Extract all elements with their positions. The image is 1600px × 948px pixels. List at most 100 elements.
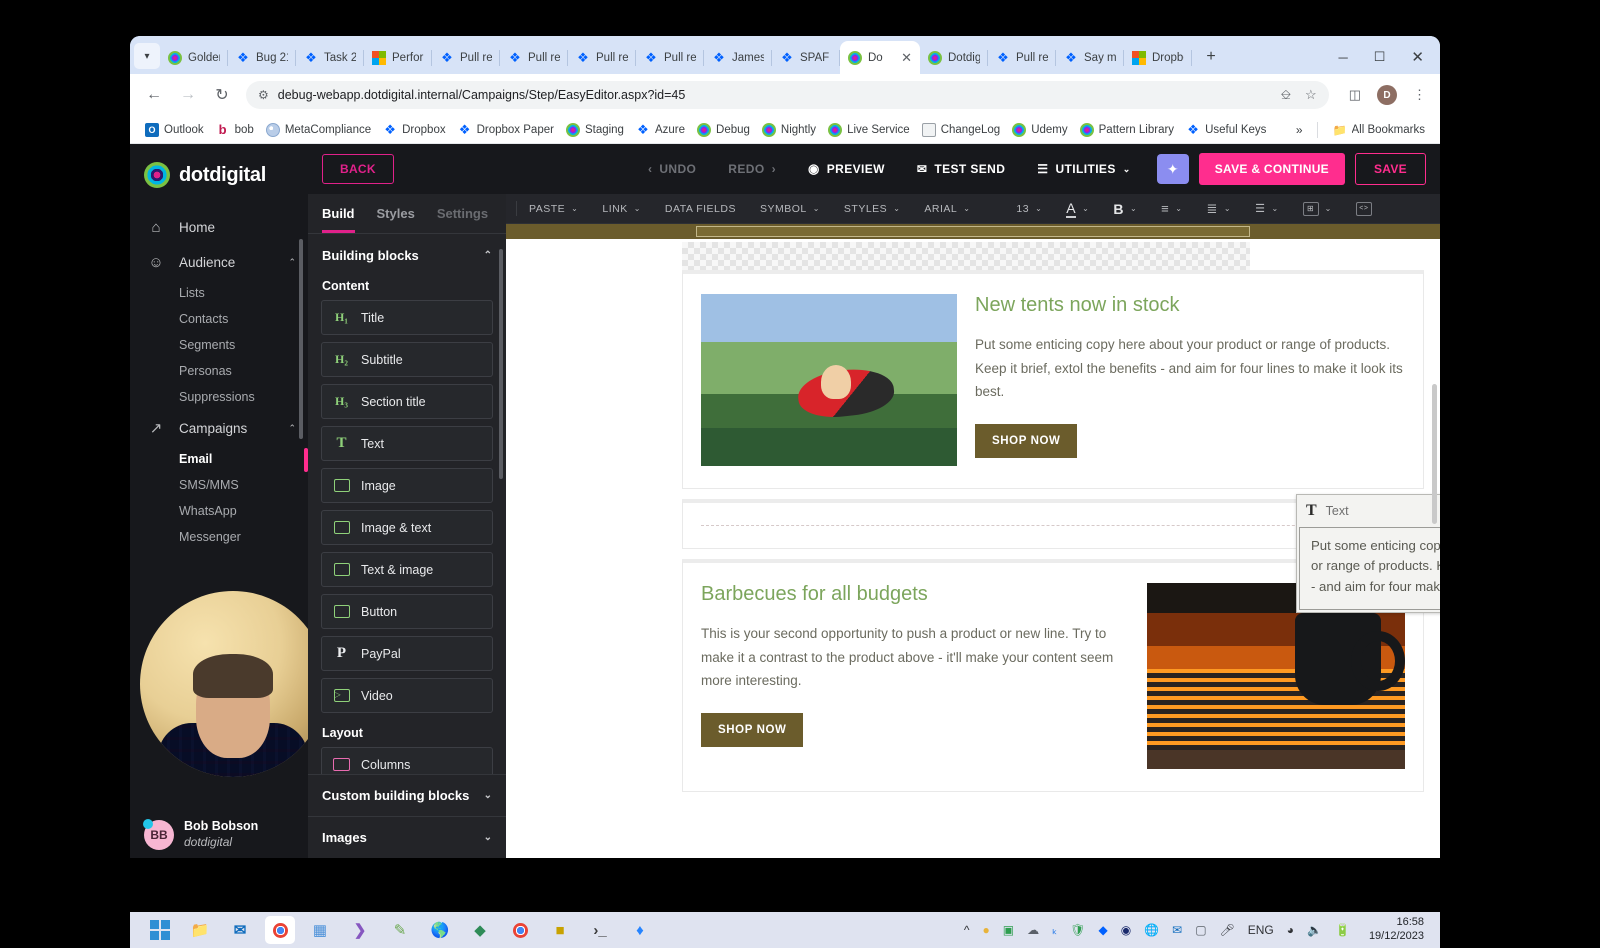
tab-search-button[interactable]: ▾ (134, 43, 160, 69)
bookmark-item[interactable]: ❖Azure (631, 121, 690, 139)
bookmark-item[interactable]: Debug (692, 121, 755, 139)
building-block-paypal[interactable]: PPayPal (321, 636, 493, 671)
side-panel-icon[interactable]: ◫ (1349, 87, 1361, 103)
all-bookmarks-button[interactable]: 📁 All Bookmarks (1328, 121, 1431, 139)
chrome-icon[interactable] (265, 916, 295, 944)
undo-button[interactable]: ‹ UNDO (632, 162, 712, 176)
building-block-image[interactable]: Image (321, 468, 493, 503)
browser-tab[interactable]: Dropbo (1124, 41, 1192, 74)
language-indicator[interactable]: ENG (1248, 923, 1274, 937)
bookmark-item[interactable]: ❖Dropbox Paper (453, 121, 559, 139)
teamviewer-icon[interactable]: ◉ (1121, 923, 1131, 937)
remote-tray-icon[interactable]: ▣ (1003, 923, 1014, 937)
email-block-tents[interactable]: New tents now in stock Put some enticing… (682, 270, 1424, 489)
browser-tab[interactable]: Do✕ (840, 41, 920, 74)
building-block-section-title[interactable]: H₃Section title (321, 384, 493, 419)
browser-tab[interactable]: ❖Pull req (636, 41, 704, 74)
dropbox-tray-icon[interactable]: ◆ (1098, 923, 1107, 937)
slack-icon[interactable]: ▦ (305, 916, 335, 944)
format-arial[interactable]: ARIAL⌄ (912, 203, 1004, 215)
bookmark-item[interactable]: ❖Dropbox (378, 121, 450, 139)
build-panel-scrollbar[interactable] (499, 249, 503, 479)
source-code-icon[interactable]: <> (1344, 202, 1384, 216)
bookmark-item[interactable]: Live Service (823, 121, 915, 139)
format-link[interactable]: LINK⌄ (590, 203, 653, 215)
start-windows-icon[interactable] (145, 916, 175, 944)
sidebar-item-campaigns[interactable]: ↗Campaigns⌃ (130, 410, 308, 446)
building-block-text-image[interactable]: Text & image (321, 552, 493, 587)
bluetooth-icon[interactable]: ₖ (1052, 923, 1057, 937)
profile-avatar[interactable]: D (1377, 85, 1397, 105)
bookmark-item[interactable]: ChangeLog (917, 121, 1005, 139)
sidebar-subitem-lists[interactable]: Lists (130, 280, 308, 306)
bold-icon[interactable]: B⌄ (1101, 201, 1149, 217)
wifi-icon[interactable]: ◕ (1287, 923, 1294, 937)
building-block-columns[interactable]: Columns (321, 747, 493, 774)
terminal-icon[interactable]: ›_ (585, 916, 615, 944)
browser-tab[interactable]: ❖Pull req (432, 41, 500, 74)
speaker-icon[interactable]: 🔈 (1307, 923, 1322, 937)
forward-navigation-icon[interactable]: → (178, 86, 198, 104)
sidebar-subitem-suppressions[interactable]: Suppressions (130, 384, 308, 410)
format-13[interactable]: 13⌄ (1004, 203, 1054, 215)
tab-build[interactable]: Build (322, 206, 355, 233)
reload-icon[interactable]: ↻ (212, 85, 232, 105)
building-block-button[interactable]: Button (321, 594, 493, 629)
tab-styles[interactable]: Styles (377, 206, 415, 233)
sketch-icon[interactable]: ◆ (465, 916, 495, 944)
building-block-video[interactable]: ▷Video (321, 678, 493, 713)
text-block-popup[interactable]: T Text ✦ ❐ ✕ Put some enticing copy here… (1296, 494, 1440, 613)
bookmark-item[interactable]: Nightly (757, 121, 821, 139)
user-profile-bar[interactable]: BB Bob Bobson dotdigital (130, 819, 308, 850)
browser-tab[interactable]: ❖James (704, 41, 772, 74)
close-tab-icon[interactable]: ✕ (901, 51, 912, 64)
jira-tray-icon[interactable]: ● (983, 923, 990, 937)
browser-tab[interactable]: ❖Pull req (988, 41, 1056, 74)
format-paste[interactable]: PASTE⌄ (517, 203, 590, 215)
new-tab-button[interactable]: + (1198, 44, 1224, 70)
back-navigation-icon[interactable]: ← (144, 86, 164, 104)
email-canvas[interactable]: New tents now in stock Put some enticing… (506, 224, 1440, 858)
site-settings-icon[interactable]: ⚙︎ (258, 88, 269, 102)
browser-tab[interactable]: ❖Say mo (1056, 41, 1124, 74)
browser-tab[interactable]: ❖SPAF S (772, 41, 840, 74)
battery-icon[interactable]: 🔋 (1335, 923, 1350, 937)
jira-icon[interactable]: ♦ (625, 916, 655, 944)
line-height-icon[interactable]: ≣⌄ (1194, 201, 1243, 217)
sidebar-subitem-whatsapp[interactable]: WhatsApp (130, 498, 308, 524)
save-button[interactable]: SAVE (1355, 153, 1426, 185)
bookmark-item[interactable]: Udemy (1007, 121, 1072, 139)
align-icon[interactable]: ≡⌄ (1149, 201, 1194, 216)
block-body[interactable]: This is your second opportunity to push … (701, 622, 1129, 693)
bookmark-item[interactable]: Staging (561, 121, 629, 139)
preview-button[interactable]: ◉ PREVIEW (792, 161, 901, 177)
excel-icon[interactable]: ■ (545, 916, 575, 944)
bookmark-item[interactable]: bbob (211, 121, 259, 139)
notepad-icon[interactable]: ✎ (385, 916, 415, 944)
font-color-icon[interactable]: A⌄ (1054, 200, 1101, 218)
chrome-icon-2[interactable] (505, 916, 535, 944)
block-body[interactable]: Put some enticing copy here about your p… (975, 333, 1405, 404)
file-explorer-icon[interactable]: 📁 (185, 916, 215, 944)
utilities-button[interactable]: ☰ UTILITIES ⌄ (1021, 162, 1146, 176)
browser-tab[interactable]: ❖Task 23 (296, 41, 364, 74)
sidebar-subitem-email[interactable]: Email (130, 446, 308, 472)
dotdigital-logo[interactable]: dotdigital (130, 144, 308, 188)
browser-tab[interactable]: ❖Pull req (500, 41, 568, 74)
show-hidden-icons-button[interactable]: ^ (964, 923, 970, 937)
install-icon[interactable]: ⎒ (1281, 87, 1291, 103)
visual-studio-icon[interactable]: ❯ (345, 916, 375, 944)
shop-now-button[interactable]: SHOP NOW (701, 713, 803, 747)
building-block-image-text[interactable]: Image & text (321, 510, 493, 545)
sidebar-item-audience[interactable]: ☺Audience⌃ (130, 245, 308, 280)
usb-icon[interactable]: ▢ (1195, 923, 1206, 937)
sidebar-scrollbar[interactable] (299, 239, 303, 439)
bookmark-item[interactable]: OOutlook (140, 121, 209, 139)
browser-tab[interactable]: Golden (160, 41, 228, 74)
outlook-tray-icon[interactable]: ✉︎ (1172, 923, 1182, 937)
building-blocks-header[interactable]: Building blocks ⌃ (308, 234, 506, 273)
tab-settings[interactable]: Settings (437, 206, 488, 233)
redo-button[interactable]: REDO › (712, 162, 792, 176)
sidebar-subitem-personas[interactable]: Personas (130, 358, 308, 384)
custom-building-blocks-section[interactable]: Custom building blocks ⌄ (308, 774, 506, 816)
